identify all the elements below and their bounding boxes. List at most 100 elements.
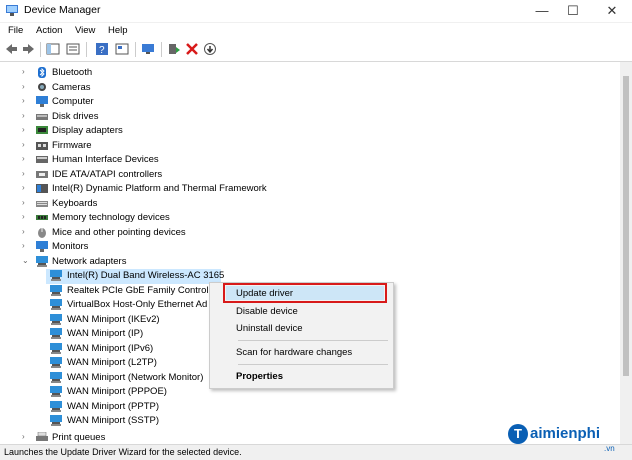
toolbar-separator: [86, 42, 87, 57]
expand-chevron-icon[interactable]: ›: [22, 126, 30, 134]
tree-category-disk-drives[interactable]: › Disk drives: [0, 110, 620, 125]
menu-item-uninstall-device[interactable]: Uninstall device: [236, 323, 303, 334]
update-driver-icon[interactable]: [167, 42, 181, 56]
tree-device-intel-wireless[interactable]: Intel(R) Dual Band Wireless-AC 3165: [46, 269, 225, 284]
expand-chevron-icon[interactable]: ›: [22, 213, 30, 221]
bluetooth-icon: [38, 67, 46, 78]
device-label: WAN Miniport (SSTP): [67, 415, 160, 426]
menu-file[interactable]: File: [8, 25, 23, 36]
expand-chevron-icon[interactable]: ›: [22, 184, 30, 192]
tree-category-computer[interactable]: › Computer: [0, 95, 620, 110]
expand-chevron-icon[interactable]: ›: [22, 227, 30, 236]
device-label: Intel(R) Dual Band Wireless-AC 3165: [67, 270, 225, 281]
enable-device-icon[interactable]: [203, 42, 217, 56]
device-label: WAN Miniport (IP): [67, 328, 144, 339]
tree-category-mice[interactable]: › Mice and other pointing devices: [0, 226, 620, 241]
menu-action[interactable]: Action: [36, 25, 62, 36]
menu-item-properties[interactable]: Properties: [236, 371, 283, 382]
expand-chevron-icon[interactable]: ›: [22, 68, 30, 76]
firmware-icon: [36, 141, 48, 150]
tree-category-display-adapters[interactable]: › Display adapters: [0, 124, 620, 139]
network-adapter-icon: [36, 255, 48, 267]
category-label: Cameras: [52, 81, 91, 93]
camera-icon: [38, 82, 46, 91]
tree-device-wan-ikev2[interactable]: WAN Miniport (IKEv2): [46, 313, 226, 328]
status-text: Launches the Update Driver Wizard for th…: [4, 447, 242, 457]
tree-device-wan-ip[interactable]: WAN Miniport (IP): [46, 327, 226, 342]
minimize-button[interactable]: —: [527, 0, 557, 22]
category-label: Bluetooth: [52, 67, 93, 78]
network-adapter-icon: [50, 386, 62, 397]
tree-category-network-adapters[interactable]: ⌄ Network adapters: [0, 255, 620, 270]
expand-chevron-icon[interactable]: ›: [22, 242, 30, 250]
expand-chevron-icon[interactable]: ›: [22, 97, 30, 105]
expand-chevron-icon[interactable]: ›: [22, 111, 30, 120]
properties-sheet-icon[interactable]: [66, 42, 80, 56]
tree-category-firmware[interactable]: › Firmware: [0, 139, 620, 154]
uninstall-icon[interactable]: [185, 42, 199, 56]
help-icon[interactable]: ?: [95, 42, 109, 56]
scan-hardware-icon[interactable]: [141, 42, 155, 56]
view-icon[interactable]: [115, 42, 129, 56]
thermal-framework-icon: [36, 184, 48, 193]
network-adapter-icon: [50, 270, 62, 281]
tree-category-memory-technology[interactable]: › Memory technology devices: [0, 211, 620, 226]
category-label: Keyboards: [52, 197, 98, 209]
expand-chevron-icon[interactable]: ›: [22, 140, 30, 149]
category-label: Mice and other pointing devices: [52, 226, 186, 238]
menu-help[interactable]: Help: [108, 25, 128, 36]
watermark-logo: T aimienphi .vn: [508, 422, 628, 453]
expand-chevron-icon[interactable]: ›: [22, 155, 30, 163]
network-adapter-icon: [50, 313, 62, 325]
tree-device-wan-l2tp[interactable]: WAN Miniport (L2TP): [46, 356, 226, 371]
category-label: Memory technology devices: [52, 212, 170, 223]
collapse-chevron-icon[interactable]: ⌄: [22, 256, 30, 265]
tree-category-cameras[interactable]: › Cameras: [0, 81, 620, 96]
close-button[interactable]: ✕: [597, 0, 627, 22]
tree-device-realtek[interactable]: Realtek PCIe GbE Family Controlle: [46, 284, 226, 299]
tree-category-monitors[interactable]: › Monitors: [0, 240, 620, 255]
tree-category-thermal-framework[interactable]: › Intel(R) Dynamic Platform and Thermal …: [0, 182, 620, 197]
monitor-icon: [36, 241, 48, 252]
tree-category-bluetooth[interactable]: › Bluetooth: [0, 66, 620, 81]
menu-item-disable-device[interactable]: Disable device: [236, 306, 298, 317]
watermark-domain: .vn: [604, 444, 615, 453]
watermark-text: aimienphi: [530, 425, 601, 442]
forward-icon[interactable]: [22, 42, 36, 56]
expand-chevron-icon[interactable]: ›: [22, 198, 30, 207]
display-adapter-icon: [36, 126, 48, 134]
tree-device-wan-sstp[interactable]: WAN Miniport (SSTP): [46, 414, 226, 429]
expand-chevron-icon[interactable]: ›: [22, 169, 30, 178]
tree-device-wan-pptp[interactable]: WAN Miniport (PPTP): [46, 400, 226, 415]
network-adapter-icon: [50, 357, 62, 368]
device-label: WAN Miniport (PPTP): [67, 400, 160, 412]
menu-separator: [238, 364, 388, 365]
category-label: Computer: [52, 96, 94, 107]
title-bar: Device Manager — ☐ ✕: [0, 0, 632, 23]
menu-item-scan-hardware[interactable]: Scan for hardware changes: [236, 347, 352, 358]
tree-category-keyboards[interactable]: › Keyboards: [0, 197, 620, 212]
expand-chevron-icon[interactable]: ›: [22, 433, 30, 441]
watermark-logo-mark: T: [508, 424, 528, 444]
tree-device-wan-network-monitor[interactable]: WAN Miniport (Network Monitor): [46, 371, 226, 386]
network-adapter-icon: [50, 400, 62, 412]
tree-category-human-interface-devices[interactable]: › Human Interface Devices: [0, 153, 620, 168]
device-label: WAN Miniport (IPv6): [67, 342, 154, 354]
vertical-scrollbar[interactable]: [620, 62, 632, 444]
back-icon[interactable]: [4, 42, 18, 56]
expand-chevron-icon[interactable]: ›: [22, 82, 30, 91]
toolbar-separator: [40, 42, 41, 57]
console-tree-icon[interactable]: [46, 42, 60, 56]
scrollbar-thumb[interactable]: [623, 76, 629, 376]
tree-device-wan-pppoe[interactable]: WAN Miniport (PPPOE): [46, 385, 226, 400]
category-label: Display adapters: [52, 125, 123, 136]
mouse-icon: [38, 227, 46, 238]
category-label: IDE ATA/ATAPI controllers: [52, 168, 163, 180]
tree-device-wan-ipv6[interactable]: WAN Miniport (IPv6): [46, 342, 226, 357]
menu-view[interactable]: View: [75, 25, 95, 36]
device-label: WAN Miniport (PPPOE): [67, 386, 167, 397]
toolbar: ?: [0, 39, 632, 62]
maximize-button[interactable]: ☐: [558, 0, 588, 22]
tree-device-virtualbox[interactable]: VirtualBox Host-Only Ethernet Ad: [46, 298, 226, 313]
tree-category-ide-controllers[interactable]: › IDE ATA/ATAPI controllers: [0, 168, 620, 183]
